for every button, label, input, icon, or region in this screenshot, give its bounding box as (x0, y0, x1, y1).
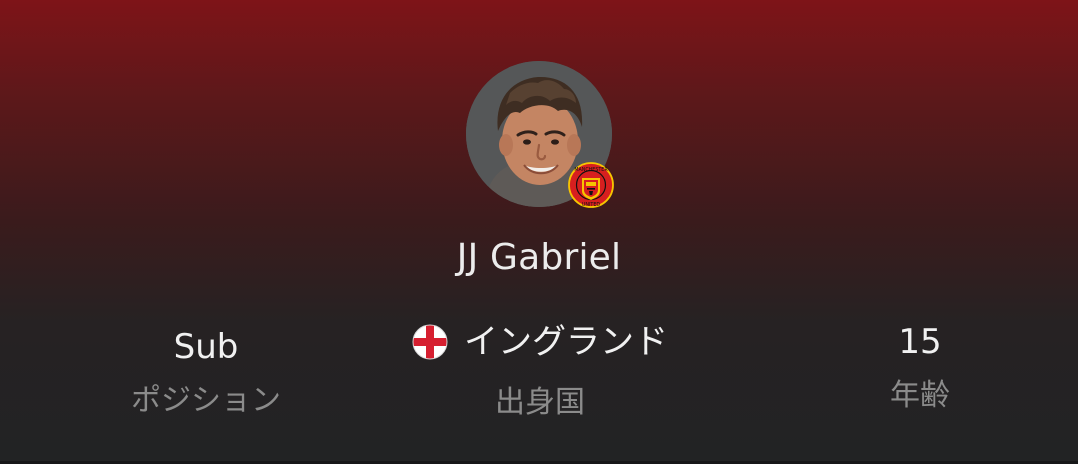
player-avatar-group: MANCHESTER UNITED (466, 61, 614, 209)
stat-nationality-label: 出身国 (495, 385, 585, 420)
stat-nationality: イングランド 出身国 (380, 318, 700, 423)
stat-position-label: ポジション (131, 383, 281, 418)
stat-position-value: Sub (173, 327, 239, 367)
player-name: JJ Gabriel (456, 237, 622, 278)
stat-age: 15 年齢 (800, 318, 1040, 416)
stat-position: Sub ポジション (86, 323, 326, 421)
club-badge-text-bottom: UNITED (582, 202, 600, 208)
club-badge: MANCHESTER UNITED (567, 161, 615, 209)
stat-nationality-value-group: イングランド (412, 318, 668, 366)
stat-age-label: 年齢 (890, 378, 950, 413)
player-profile-card: MANCHESTER UNITED JJ Gabriel Sub ポジション イ… (0, 0, 1078, 464)
stat-nationality-value: イングランド (464, 322, 668, 362)
england-flag-icon (412, 324, 448, 360)
club-badge-text-top: MANCHESTER (574, 167, 608, 173)
manchester-united-crest-icon: MANCHESTER UNITED (567, 161, 615, 209)
stat-age-value: 15 (898, 322, 942, 362)
